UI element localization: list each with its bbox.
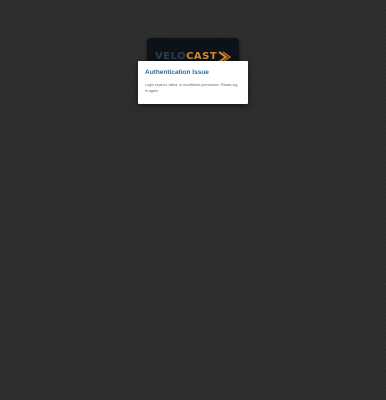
- dialog-title: Authentication Issue: [145, 69, 209, 76]
- dialog-message: Login expired, failed, or insufficient p…: [145, 83, 238, 93]
- authentication-issue-dialog: Authentication Issue Login expired, fail…: [138, 61, 248, 104]
- app-screen: VELOCAST Authentication Issue Login expi…: [0, 0, 386, 400]
